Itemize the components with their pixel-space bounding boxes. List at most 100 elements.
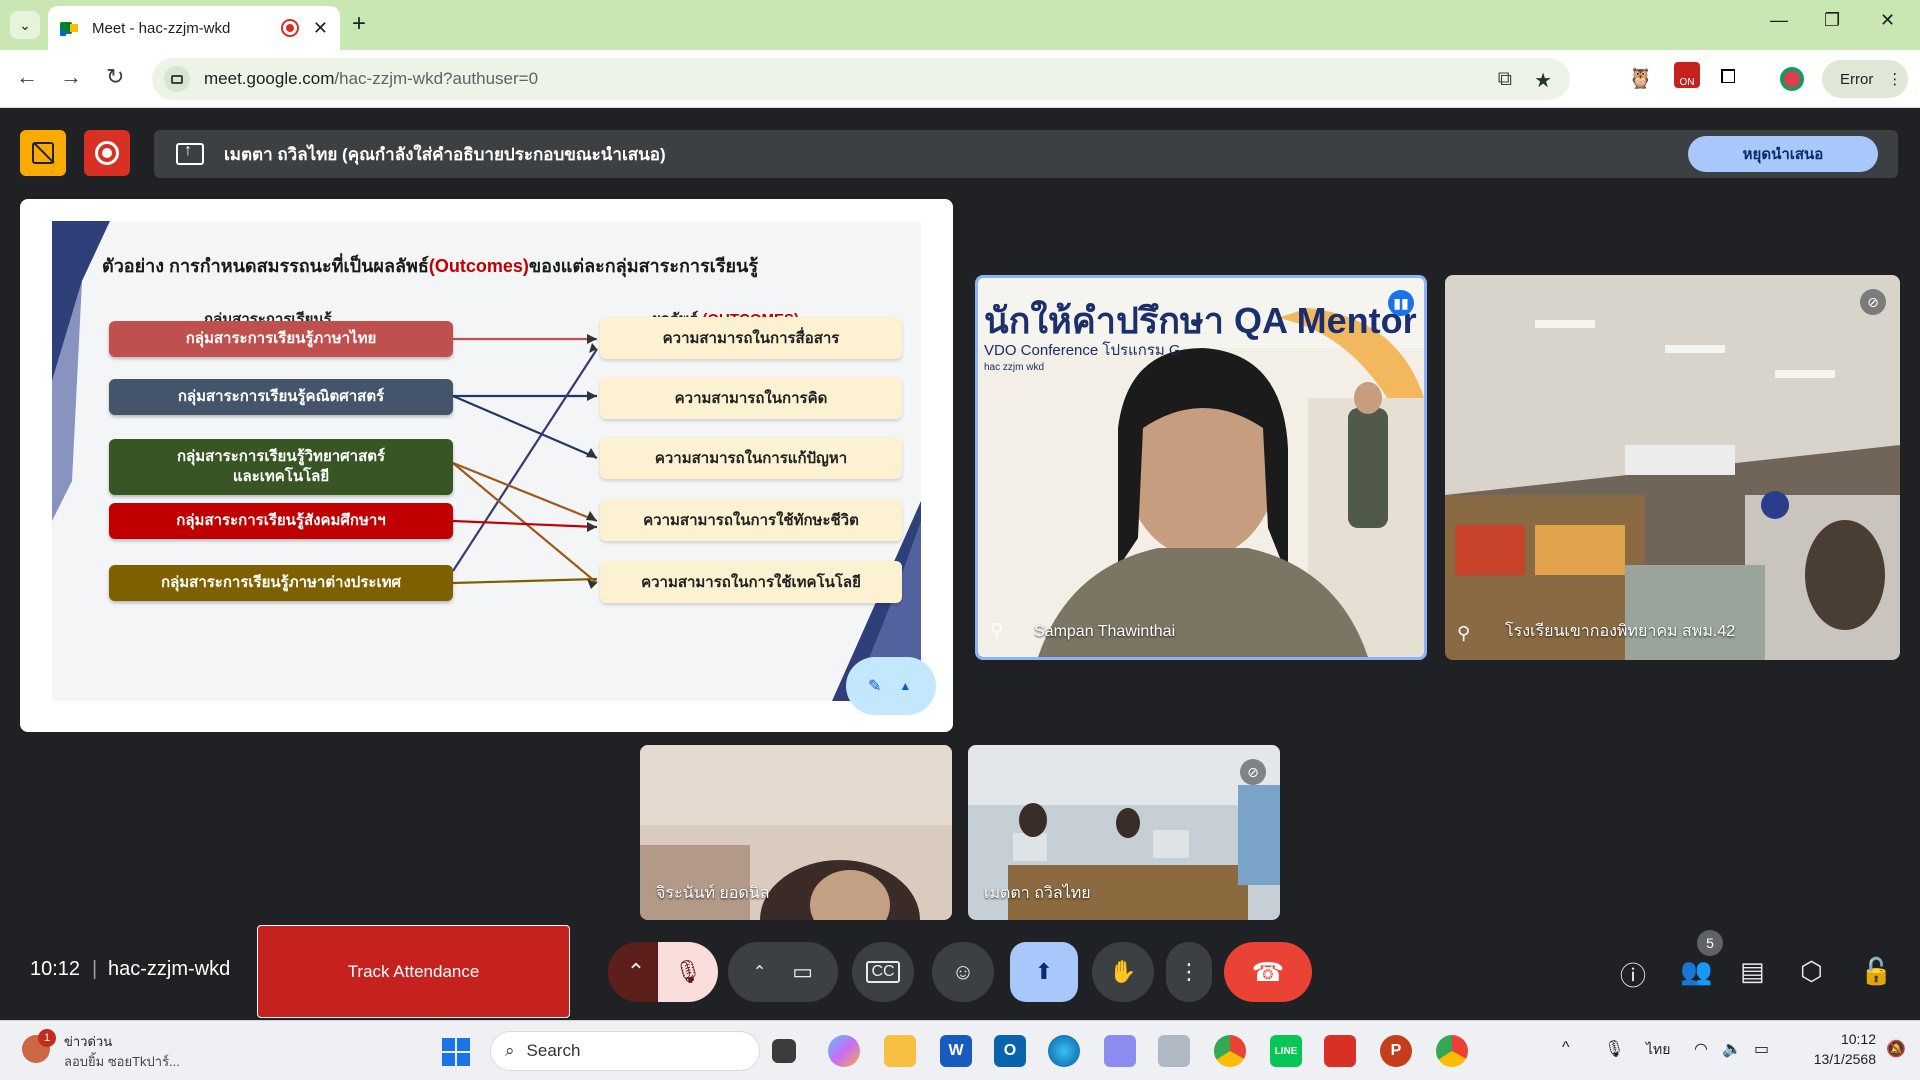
search-placeholder: Search	[526, 1041, 581, 1060]
chrome-icon[interactable]	[1214, 1035, 1246, 1067]
address-bar[interactable]: meet.google.com/hac-zzjm-wkd?authuser=0 …	[152, 58, 1570, 100]
reactions-button[interactable]: ☺	[932, 942, 994, 1002]
activities-icon[interactable]: ⬡	[1800, 956, 1823, 987]
stop-presenting-button[interactable]: หยุดนำเสนอ	[1688, 136, 1878, 172]
chrome-profile-icon[interactable]	[1436, 1035, 1468, 1067]
captions-icon: CC	[866, 961, 900, 983]
copilot-icon[interactable]	[828, 1035, 860, 1067]
restore-icon[interactable]: ❐	[1824, 10, 1840, 31]
outcome-box: ความสามารถในการใช้ทักษะชีวิต	[600, 499, 902, 541]
no-video-icon[interactable]	[20, 130, 66, 176]
meet-stage: เมตตา ถวิลไทย (คุณกำลังใส่คำอธิบายประกอบ…	[0, 108, 1920, 1020]
back-icon[interactable]: ←	[16, 64, 38, 90]
outlook-icon[interactable]: O	[994, 1035, 1026, 1067]
battery-icon[interactable]: ▭	[1754, 1039, 1769, 1059]
extensions-puzzle-icon[interactable]: ⧠	[1720, 66, 1736, 89]
input-language[interactable]: ไทย	[1646, 1039, 1670, 1061]
powerpoint-icon[interactable]: P	[1380, 1035, 1412, 1067]
people-icon[interactable]: 👥	[1680, 956, 1712, 987]
annotate-pen-icon: ✎	[868, 678, 882, 695]
emoji-icon: ☺	[951, 959, 975, 984]
minimize-icon[interactable]: —	[1770, 10, 1788, 31]
line-app-icon[interactable]: LINE	[1270, 1035, 1302, 1067]
participant-tile[interactable]: ⊘ เมตตา ถวิลไทย	[968, 745, 1280, 920]
chat-icon[interactable]: ▤	[1740, 956, 1765, 987]
audio-options-button[interactable]: ⌃	[608, 942, 664, 1002]
microphone-tray-icon[interactable]: 🎙	[1604, 1039, 1624, 1059]
tab-search-button[interactable]: ⌄	[10, 11, 40, 39]
present-screen-button[interactable]: ⬆	[1010, 942, 1078, 1002]
recording-indicator-icon	[280, 19, 299, 37]
profile-avatar-icon[interactable]	[1780, 67, 1804, 91]
recording-icon[interactable]	[84, 130, 130, 176]
host-controls-lock-icon[interactable]: 🔓	[1860, 956, 1892, 987]
chevron-down-icon: ⌄	[19, 16, 31, 33]
start-button[interactable]	[442, 1038, 470, 1066]
translate-icon[interactable]: ⧉	[1498, 68, 1512, 93]
show-hidden-icons-icon[interactable]: ^	[1562, 1039, 1570, 1057]
mic-off-icon: ⊘	[1860, 289, 1886, 315]
site-info-icon[interactable]	[164, 66, 190, 92]
pin-icon[interactable]: ⚲	[1457, 623, 1470, 644]
reload-icon[interactable]: ↻	[106, 64, 124, 90]
camera-toggle-button[interactable]: ⌃ ▭	[728, 942, 838, 1002]
word-icon[interactable]: W	[940, 1035, 972, 1067]
shared-screen: ตัวอย่าง การกำหนดสมรรถนะที่เป็นผลลัพธ์(O…	[20, 199, 953, 732]
captions-button[interactable]: CC	[852, 942, 914, 1002]
annotation-toolbar-button[interactable]: ✎ ▲	[846, 657, 936, 715]
taskbar-search[interactable]: ⌕ Search	[490, 1031, 760, 1071]
more-vert-icon: ⋮	[1178, 959, 1200, 984]
task-view-icon[interactable]	[772, 1039, 796, 1063]
rec-on-extension-icon[interactable]: ON	[1674, 62, 1700, 88]
subject-box: กลุ่มสาระการเรียนรู้คณิตศาสตร์	[109, 379, 453, 415]
taskbar-date[interactable]: 13/1/2568	[1780, 1051, 1876, 1067]
taskbar-time[interactable]: 10:12	[1780, 1031, 1876, 1047]
browser-toolbar: ← → ↻ meet.google.com/hac-zzjm-wkd?authu…	[0, 50, 1920, 108]
videocam-icon: ▭	[792, 959, 814, 984]
presentation-slide: ตัวอย่าง การกำหนดสมรรถนะที่เป็นผลลัพธ์(O…	[52, 221, 921, 701]
participant-name: เมตตา ถวิลไทย	[984, 885, 1091, 902]
participant-tile[interactable]: จิระนันท์ ยอดนิล	[640, 745, 952, 920]
hand-icon: ✋	[1109, 959, 1137, 984]
speaking-indicator-icon: ▮▮	[1388, 290, 1414, 316]
more-options-button[interactable]: ⋮	[1166, 942, 1212, 1002]
owl-extension-icon[interactable]: 🦉	[1628, 66, 1653, 91]
app-icon[interactable]	[1158, 1035, 1190, 1067]
bookmark-star-icon[interactable]: ★	[1534, 68, 1552, 93]
raise-hand-button[interactable]: ✋	[1092, 942, 1154, 1002]
participant-name: โรงเรียนเขากองพิทยาคม สพม.42	[1505, 623, 1736, 640]
browser-tabstrip: ⌄ Meet - hac-zzjm-wkd ✕ + — ❐ ✕	[0, 0, 1920, 50]
leave-call-button[interactable]: ☎	[1224, 942, 1312, 1002]
separator: |	[92, 958, 98, 980]
file-explorer-icon[interactable]	[884, 1035, 916, 1067]
track-attendance-button[interactable]: Track Attendance	[257, 925, 570, 1018]
backdrop-banner-small: hac zzjm wkd	[984, 362, 1045, 373]
edge-icon[interactable]	[1048, 1035, 1080, 1067]
browser-tab[interactable]: Meet - hac-zzjm-wkd ✕	[48, 6, 340, 50]
news-title[interactable]: ข่าวด่วน	[64, 1031, 112, 1052]
close-window-icon[interactable]: ✕	[1880, 10, 1895, 31]
error-button[interactable]: Error ⋮	[1822, 60, 1908, 98]
pin-icon[interactable]: ⚲	[990, 620, 1003, 641]
backdrop-banner-subtitle: VDO Conference โปรแกรม G	[984, 342, 1181, 359]
participant-tile-active-speaker[interactable]: นักให้คำปรึกษา QA Mentor VDO Conference …	[975, 275, 1427, 660]
volume-icon[interactable]: 🔈	[1722, 1039, 1742, 1059]
meeting-info-icon[interactable]: ⓘ	[1620, 956, 1646, 993]
news-subtitle[interactable]: ลอบยิ้ม ซอยTkปาร์...	[64, 1051, 180, 1072]
wifi-icon[interactable]: ◠	[1694, 1039, 1708, 1059]
forward-icon[interactable]: →	[60, 64, 82, 90]
snipping-tool-icon[interactable]	[1104, 1035, 1136, 1067]
more-vert-icon: ⋮	[1887, 71, 1903, 88]
notifications-icon[interactable]: 🔕	[1886, 1039, 1906, 1059]
meeting-clock: 10:12	[30, 958, 81, 980]
new-tab-button[interactable]: +	[352, 10, 366, 38]
acrobat-icon[interactable]	[1324, 1035, 1356, 1067]
mic-off-icon: 🎙	[674, 959, 702, 984]
windows-taskbar: 1 ข่าวด่วน ลอบยิ้ม ซอยTkปาร์... ⌕ Search…	[0, 1020, 1920, 1080]
participant-tile[interactable]: ⊘ ⚲ โรงเรียนเขากองพิทยาคม สพม.42	[1445, 275, 1900, 660]
search-icon: ⌕	[505, 1041, 515, 1060]
call-end-icon: ☎	[1251, 956, 1285, 987]
participant-name: Sampan Thawinthai	[1034, 623, 1176, 640]
microphone-toggle-button[interactable]: 🎙	[658, 942, 718, 1002]
close-tab-icon[interactable]: ✕	[313, 18, 328, 39]
